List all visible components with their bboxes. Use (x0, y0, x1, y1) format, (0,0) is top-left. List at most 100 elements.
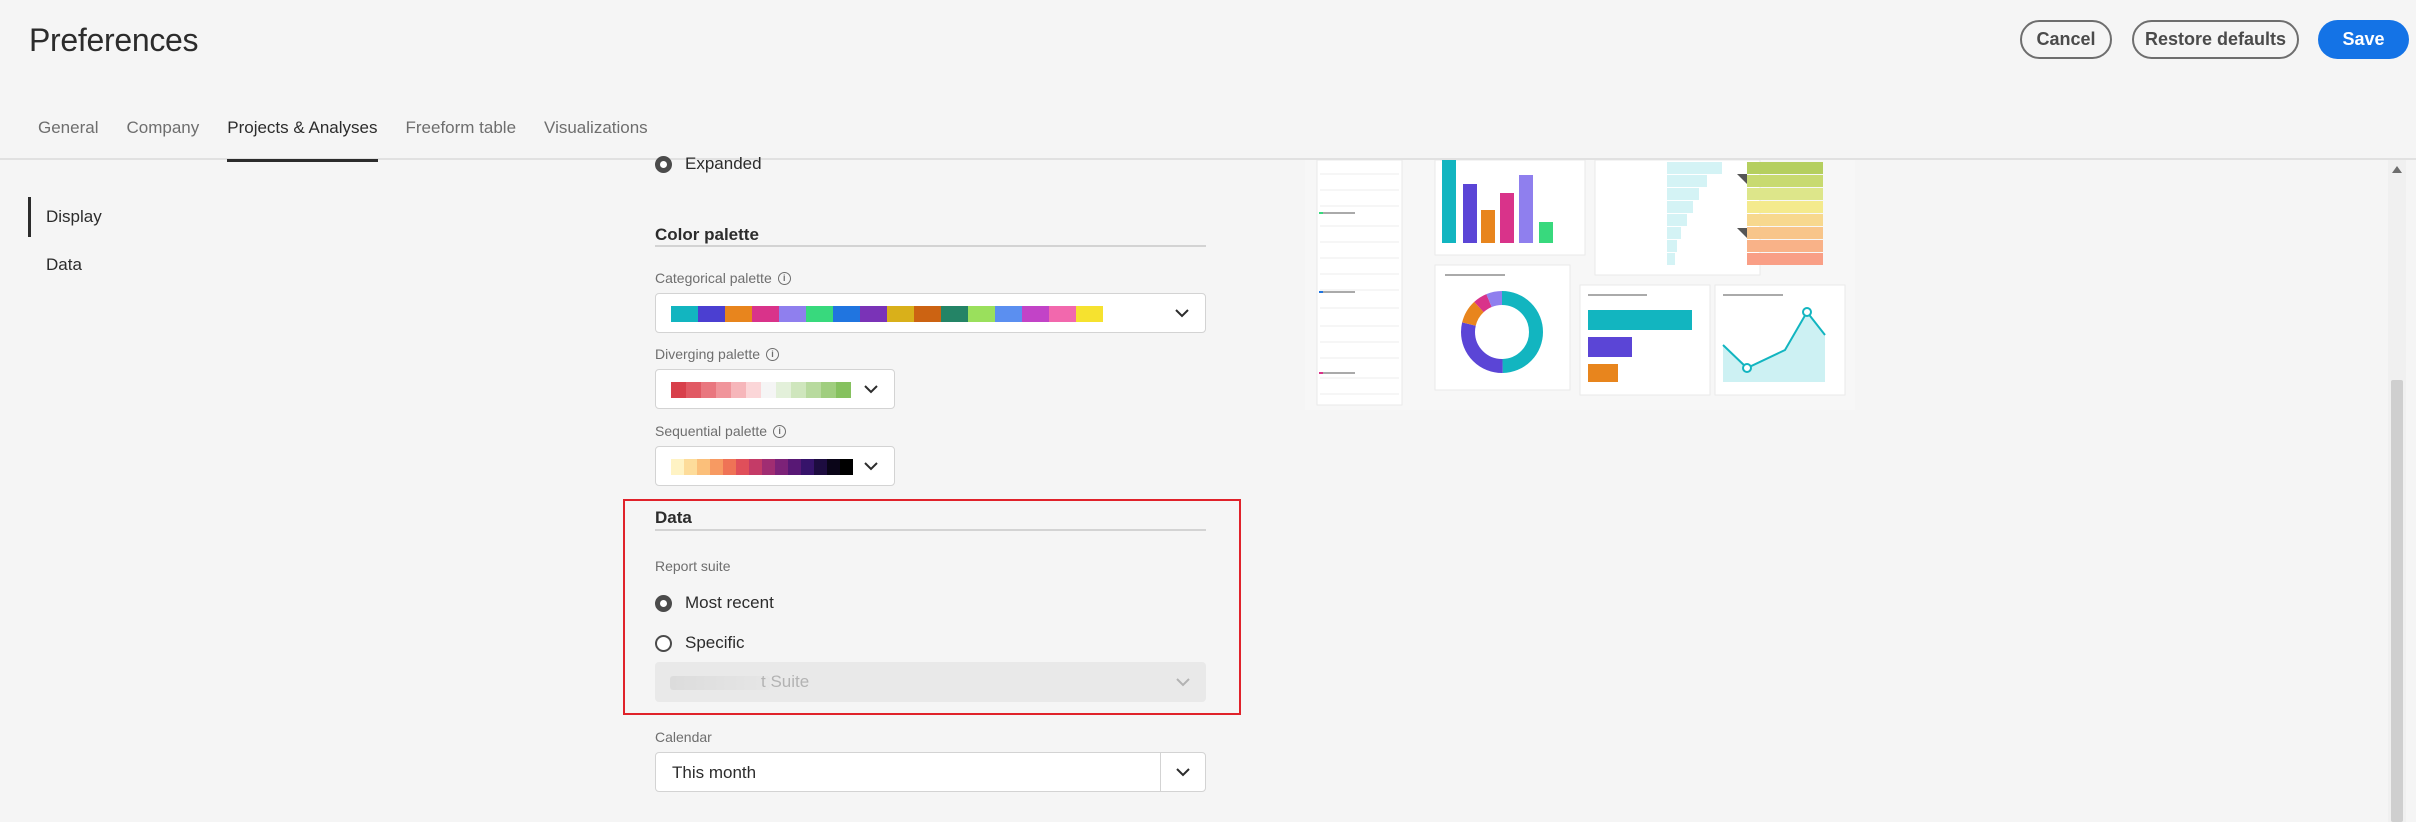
vertical-scrollbar[interactable] (2388, 160, 2406, 822)
color-swatch (725, 306, 752, 322)
chevron-down-icon[interactable] (858, 447, 884, 485)
color-swatch (716, 382, 731, 398)
report-suite-value: t Suite (761, 672, 810, 691)
color-swatch (779, 306, 806, 322)
restore-defaults-button[interactable]: Restore defaults (2132, 20, 2299, 59)
diverging-palette-picker[interactable] (655, 369, 895, 409)
sidenav-item-data[interactable]: Data (28, 245, 102, 285)
color-swatch (806, 306, 833, 322)
color-swatch (761, 382, 776, 398)
info-icon[interactable]: i (773, 424, 787, 438)
side-navigation: Display Data (28, 197, 102, 293)
specific-radio-dot[interactable] (655, 634, 672, 652)
sequential-palette-label: Sequential palette i (655, 423, 787, 439)
color-swatch (752, 306, 779, 322)
color-swatch (1049, 306, 1076, 322)
categorical-palette-label: Categorical palette i (655, 270, 791, 286)
calendar-label: Calendar (655, 729, 712, 745)
chevron-down-icon[interactable] (1169, 294, 1195, 332)
cancel-button[interactable]: Cancel (2020, 20, 2112, 59)
categorical-palette-label-text: Categorical palette (655, 270, 772, 286)
color-palette-divider (655, 245, 1206, 247)
color-swatch (710, 459, 723, 475)
color-swatch (788, 459, 801, 475)
sequential-palette-label-text: Sequential palette (655, 423, 768, 439)
color-swatch (671, 306, 698, 322)
color-swatch (914, 306, 941, 322)
color-swatch (836, 382, 851, 398)
tab-company[interactable]: Company (126, 118, 199, 160)
color-palette-title: Color palette (655, 225, 759, 244)
data-section-divider (655, 529, 1206, 531)
sequential-palette-picker[interactable] (655, 446, 895, 486)
report-suite-picker: t Suite (655, 662, 1206, 702)
color-swatch (736, 459, 749, 475)
color-swatch (821, 382, 836, 398)
color-swatch (731, 382, 746, 398)
page-title: Preferences (29, 22, 199, 58)
calendar-dropdown-button[interactable] (1160, 753, 1205, 791)
save-button[interactable]: Save (2318, 20, 2409, 59)
data-section-title: Data (655, 508, 692, 527)
color-swatch (968, 306, 995, 322)
color-swatch (827, 459, 840, 475)
sidenav-item-display[interactable]: Display (28, 197, 102, 237)
tab-freeform-table[interactable]: Freeform table (406, 118, 517, 160)
color-swatch (749, 459, 762, 475)
diverging-palette-swatches (671, 382, 851, 398)
color-swatch (1022, 306, 1049, 322)
calendar-select[interactable]: This month (655, 752, 1206, 792)
color-swatch (776, 382, 791, 398)
categorical-palette-picker[interactable] (655, 293, 1206, 333)
tab-visualizations[interactable]: Visualizations (544, 118, 648, 160)
diverging-palette-label-text: Diverging palette (655, 346, 761, 362)
color-swatch (806, 382, 821, 398)
color-swatch (1076, 306, 1103, 322)
color-swatch (671, 382, 686, 398)
color-swatch (697, 459, 710, 475)
color-swatch (686, 382, 701, 398)
report-suite-label: Report suite (655, 558, 731, 574)
diverging-palette-label: Diverging palette i (655, 346, 780, 362)
color-swatch (995, 306, 1022, 322)
color-swatch (775, 459, 788, 475)
color-swatch (833, 306, 860, 322)
color-swatch (671, 459, 684, 475)
color-swatch (791, 382, 806, 398)
most-recent-label: Most recent (685, 593, 774, 612)
specific-radio[interactable]: Specific (655, 633, 745, 653)
expanded-radio-dot[interactable] (655, 155, 672, 173)
chevron-down-icon (1176, 767, 1190, 776)
tab-general[interactable]: General (38, 118, 98, 160)
color-swatch (860, 306, 887, 322)
color-swatch (801, 459, 814, 475)
color-swatch (684, 459, 697, 475)
preferences-tabs: General Company Projects & Analyses Free… (38, 118, 676, 162)
color-swatch (723, 459, 736, 475)
preferences-header: Preferences Cancel Restore defaults Save… (0, 0, 2416, 162)
preview-illustration (1305, 159, 1855, 410)
most-recent-radio-dot[interactable] (655, 594, 672, 612)
color-swatch (840, 459, 853, 475)
color-swatch (762, 459, 775, 475)
color-swatch (887, 306, 914, 322)
categorical-palette-swatches (671, 306, 1103, 322)
visualization-preview (1305, 159, 1855, 410)
color-swatch (814, 459, 827, 475)
color-swatch (698, 306, 725, 322)
info-icon[interactable]: i (777, 271, 791, 285)
chevron-down-icon[interactable] (858, 370, 884, 408)
info-icon[interactable]: i (766, 347, 780, 361)
scrollbar-thumb[interactable] (2391, 380, 2403, 822)
color-swatch (941, 306, 968, 322)
color-swatch (746, 382, 761, 398)
sequential-palette-swatches (671, 459, 853, 475)
scroll-up-arrow-icon[interactable] (2392, 166, 2402, 173)
redacted-text (670, 676, 770, 690)
color-swatch (701, 382, 716, 398)
chevron-down-icon (1170, 662, 1196, 702)
calendar-value: This month (672, 763, 757, 782)
tab-projects-analyses[interactable]: Projects & Analyses (227, 118, 378, 162)
most-recent-radio[interactable]: Most recent (655, 593, 774, 613)
expanded-radio[interactable]: Expanded (655, 154, 762, 174)
